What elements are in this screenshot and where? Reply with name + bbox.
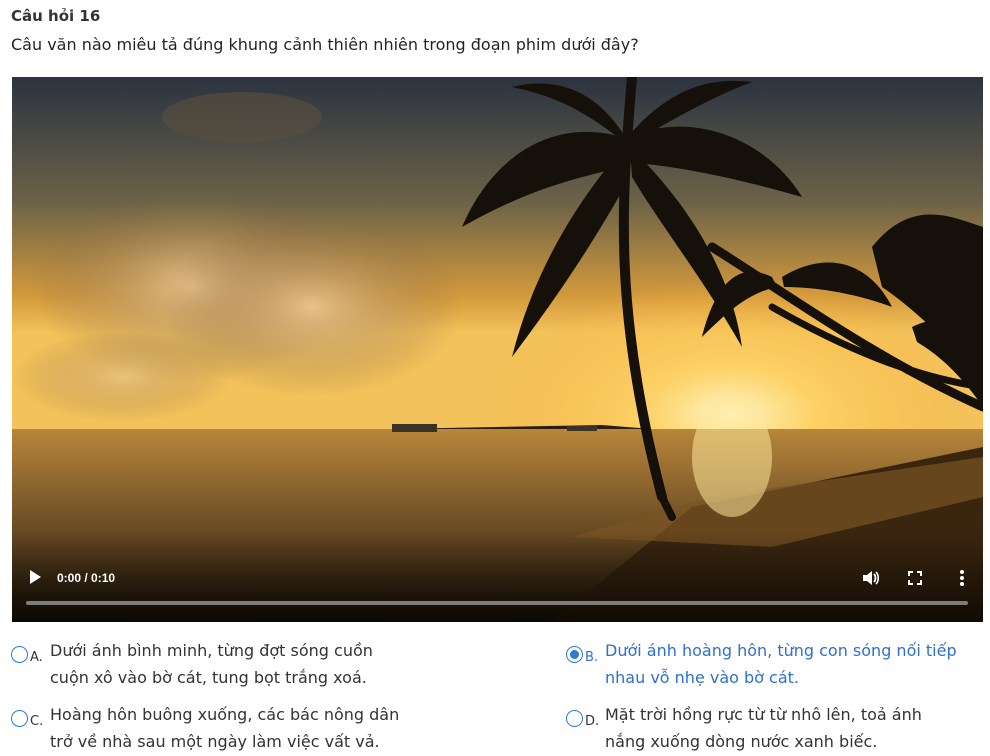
radio-c[interactable] (11, 710, 28, 727)
option-b-line2: nhau vỗ nhẹ vào bờ cát. (605, 668, 800, 687)
radio-a[interactable] (11, 646, 28, 663)
option-letter: C. (30, 714, 44, 729)
question-title: Câu hỏi 16 (11, 7, 101, 25)
video-player[interactable]: 0:00 / 0:10 (12, 77, 983, 622)
option-c-line2: trở về nhà sau một ngày làm việc vất vả. (50, 732, 380, 751)
radio-d[interactable] (566, 710, 583, 727)
option-a-line1: Dưới ánh bình minh, từng đợt sóng cuồn (50, 641, 373, 660)
option-d-line2: nắng xuống dòng nước xanh biếc. (605, 732, 878, 751)
option-letter: D. (585, 714, 600, 729)
option-d[interactable]: D. Mặt trời hồng rực từ từ nhô lên, toả … (566, 701, 922, 755)
volume-icon[interactable] (861, 569, 881, 587)
option-b-line1: Dưới ánh hoàng hôn, từng con sóng nối ti… (605, 641, 957, 660)
option-c[interactable]: C. Hoàng hôn buông xuống, các bác nông d… (11, 701, 399, 755)
option-a-text: Dưới ánh bình minh, từng đợt sóng cuồn c… (50, 637, 373, 691)
radio-b[interactable] (566, 646, 583, 663)
controls-overlay (12, 532, 983, 622)
video-time: 0:00 / 0:10 (57, 571, 116, 585)
question-text: Câu văn nào miêu tả đúng khung cảnh thiê… (11, 35, 639, 54)
option-letter: B. (585, 650, 599, 665)
option-b-text: Dưới ánh hoàng hôn, từng con sóng nối ti… (605, 637, 957, 691)
option-letter: A. (30, 650, 43, 665)
more-vertical-icon[interactable] (957, 569, 967, 587)
option-d-line1: Mặt trời hồng rực từ từ nhô lên, toả ánh (605, 705, 922, 724)
fullscreen-icon[interactable] (907, 570, 923, 586)
option-a-line2: cuộn xô vào bờ cát, tung bọt trắng xoá. (50, 668, 367, 687)
radio-selected-dot (570, 650, 579, 659)
option-d-text: Mặt trời hồng rực từ từ nhô lên, toả ánh… (605, 701, 922, 755)
option-c-text: Hoàng hôn buông xuống, các bác nông dân … (50, 701, 399, 755)
option-b[interactable]: B. Dưới ánh hoàng hôn, từng con sóng nối… (566, 637, 957, 691)
option-a[interactable]: A. Dưới ánh bình minh, từng đợt sóng cuồ… (11, 637, 373, 691)
option-c-line1: Hoàng hôn buông xuống, các bác nông dân (50, 705, 400, 724)
video-progress-bar[interactable] (26, 601, 968, 605)
play-icon[interactable] (26, 568, 44, 586)
